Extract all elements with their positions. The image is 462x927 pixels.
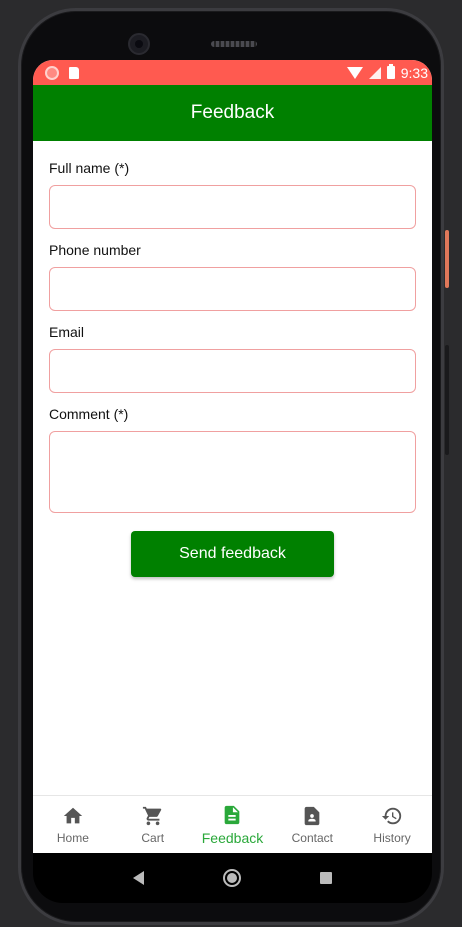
nav-label-home: Home — [56, 830, 89, 845]
page-title: Feedback — [190, 102, 275, 123]
nav-tab-cart[interactable]: Cart — [113, 796, 193, 853]
home-button-icon[interactable] — [222, 869, 241, 887]
system-navigation-bar — [33, 853, 432, 903]
full-name-field-group: Full name (*) — [49, 159, 416, 229]
nav-tab-feedback[interactable]: Feedback — [193, 796, 273, 853]
email-field-group: Email — [49, 323, 416, 393]
send-feedback-button[interactable]: Send feedback — [131, 531, 334, 577]
comment-label: Comment (*) — [49, 406, 129, 422]
nav-label-cart: Cart — [141, 830, 165, 845]
nav-label-feedback: Feedback — [201, 829, 264, 846]
nav-label-contact: Contact — [291, 830, 333, 845]
document-icon — [221, 804, 243, 826]
home-icon — [62, 805, 84, 827]
email-label: Email — [49, 324, 85, 340]
full-name-label: Full name (*) — [49, 160, 130, 176]
wifi-icon — [346, 66, 363, 79]
camera-icon — [128, 33, 150, 55]
signal-icon — [368, 66, 381, 79]
app-screen: 9:33 Feedback Full name (*) Phone number… — [33, 60, 432, 853]
bottom-navigation: Home Cart Feedback Contact History — [33, 795, 432, 853]
status-time: 9:33 — [400, 64, 428, 81]
notification-icon — [45, 65, 59, 80]
nav-tab-home[interactable]: Home — [33, 796, 113, 853]
comment-field-group: Comment (*) — [49, 405, 416, 513]
phone-field-group: Phone number — [49, 241, 416, 311]
feedback-form: Full name (*) Phone number Email Comment… — [33, 141, 432, 577]
cart-icon — [142, 805, 164, 827]
power-button — [445, 230, 449, 288]
full-name-input[interactable] — [49, 185, 416, 229]
nav-label-history: History — [373, 830, 411, 845]
speaker-grille — [211, 41, 257, 47]
back-icon[interactable] — [132, 871, 144, 885]
battery-icon — [386, 64, 395, 79]
phone-label: Phone number — [49, 242, 141, 258]
email-input[interactable] — [49, 349, 416, 393]
app-bar: Feedback — [33, 85, 432, 141]
phone-input[interactable] — [49, 267, 416, 311]
history-icon — [381, 805, 403, 827]
comment-input[interactable] — [49, 431, 416, 513]
volume-button — [445, 345, 449, 455]
recent-apps-icon[interactable] — [320, 872, 333, 884]
status-bar: 9:33 — [33, 60, 432, 85]
nav-tab-contact[interactable]: Contact — [272, 796, 352, 853]
sd-card-icon — [69, 66, 79, 79]
nav-tab-history[interactable]: History — [352, 796, 432, 853]
contact-icon — [301, 805, 323, 827]
